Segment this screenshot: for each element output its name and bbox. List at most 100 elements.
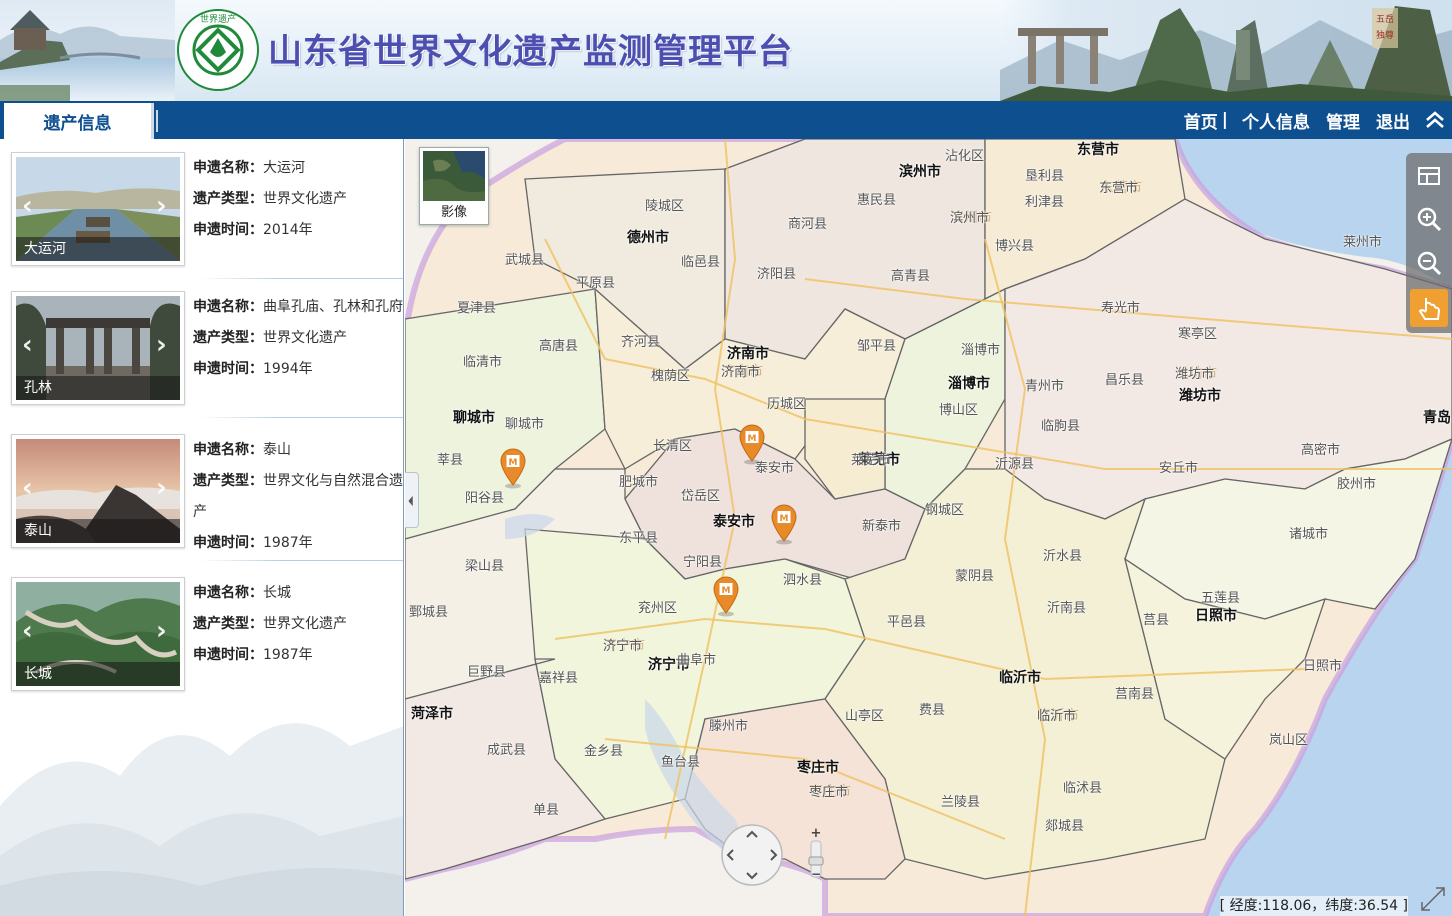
- prev-image-chevron-icon[interactable]: ‹: [22, 332, 40, 358]
- county-label: 淄博市: [961, 343, 1001, 358]
- heritage-item[interactable]: ‹ › 孔林 申遗名称：曲阜孔庙、孔林和孔府 遗产类型：世界文化遗产 申遗时间：…: [0, 278, 403, 418]
- city-label: 济南市: [727, 346, 769, 362]
- zoom-plus[interactable]: +: [811, 826, 822, 841]
- county-label: 单县: [533, 803, 560, 818]
- name-key: 申遗名称：: [193, 299, 263, 315]
- county-label: 肥城市: [619, 475, 659, 490]
- county-label: 安丘市: [1159, 461, 1199, 476]
- city-label: 东营市: [1077, 142, 1119, 158]
- nav-profile-link[interactable]: 个人信息: [1242, 108, 1310, 133]
- heritage-thumbnail[interactable]: ‹ › 长城: [11, 577, 185, 691]
- heritage-marker-icon[interactable]: M: [498, 447, 528, 489]
- prev-image-chevron-icon[interactable]: ‹: [22, 618, 40, 644]
- map-view[interactable]: 滨州市 东营市 潍坊市 济南市 济宁市 临沂市 枣庄市 东营市 滨州市 德州市 …: [405, 139, 1452, 916]
- nav-home-link[interactable]: 首页: [1184, 108, 1218, 133]
- zoom-out-icon[interactable]: [1410, 245, 1448, 283]
- heritage-thumbnail[interactable]: ‹ › 大运河: [11, 152, 185, 266]
- header-scenery-left: [0, 0, 175, 101]
- county-label: 寿光市: [1101, 301, 1141, 316]
- heritage-marker-icon[interactable]: M: [769, 503, 799, 545]
- county-label: 兰陵县: [941, 795, 981, 810]
- county-label: 滕州市: [709, 719, 749, 734]
- heritage-thumbnail[interactable]: ‹ › 孔林: [11, 291, 185, 405]
- city-label: 枣庄市: [797, 760, 839, 776]
- county-label: 曲阜市: [677, 653, 717, 668]
- map-toolbar: [1406, 153, 1452, 333]
- coordinate-readout: [ 经度:118.06，纬度:36.54 ]: [1219, 896, 1408, 916]
- prev-image-chevron-icon[interactable]: ‹: [22, 193, 40, 219]
- layers-icon[interactable]: [1410, 157, 1448, 195]
- county-label: 岱岳区: [681, 489, 721, 504]
- city-label: 菏泽市: [411, 706, 453, 722]
- prev-image-chevron-icon[interactable]: ‹: [22, 475, 40, 501]
- county-label: 莒县: [1143, 613, 1170, 628]
- county-label: 日照市: [1303, 659, 1343, 674]
- county-label: 岚山区: [1269, 733, 1309, 748]
- world-heritage-logo: 世界遗产: [177, 9, 259, 91]
- tab-divider: [156, 110, 158, 132]
- county-label: 利津县: [1025, 195, 1065, 210]
- heritage-item[interactable]: ‹ › 大运河 申遗名称：大运河 遗产类型：世界文化遗产 申遗时间：2014年: [0, 139, 403, 279]
- next-image-chevron-icon[interactable]: ›: [156, 332, 174, 358]
- heritage-year: 1987年: [263, 647, 313, 663]
- nav-manage-link[interactable]: 管理: [1326, 108, 1360, 133]
- next-image-chevron-icon[interactable]: ›: [156, 618, 174, 644]
- county-label: 武城县: [505, 253, 545, 268]
- tab-heritage-info[interactable]: 遗产信息: [4, 103, 154, 139]
- county-label: 沂南县: [1047, 601, 1087, 616]
- header-scenery-right: 五岳 独尊: [1000, 0, 1452, 101]
- year-key: 申遗时间：: [193, 361, 263, 377]
- county-label: 莒南县: [1115, 687, 1155, 702]
- type-key: 遗产类型：: [193, 473, 263, 489]
- city-label: 日照市: [1195, 608, 1237, 624]
- zoom-slider-graphic: + −: [808, 826, 824, 881]
- county-label: 商河县: [788, 217, 828, 232]
- county-label: 成武县: [487, 743, 527, 758]
- collapse-panel-tab[interactable]: [405, 472, 419, 528]
- county-label: 沂水县: [1043, 549, 1083, 564]
- heritage-type: 世界文化遗产: [263, 616, 347, 632]
- heritage-thumbnail[interactable]: ‹ › 泰山: [11, 434, 185, 548]
- county-label: 临朐县: [1041, 419, 1081, 434]
- heritage-item[interactable]: ‹ › 泰山 申遗名称：泰山 遗产类型：世界文化与自然混合遗产 申遗时间：198…: [0, 421, 403, 561]
- county-label: 济阳县: [757, 267, 797, 282]
- county-label: 惠民县: [857, 193, 897, 208]
- county-label: 莱芜市: [851, 453, 891, 468]
- county-label: 诸城市: [1289, 527, 1329, 542]
- heritage-type: 世界文化遗产: [263, 330, 347, 346]
- pan-control[interactable]: [719, 823, 785, 887]
- thumbnail-caption: 孔林: [16, 376, 180, 400]
- county-label: 平邑县: [887, 615, 927, 630]
- zoom-minus[interactable]: −: [811, 867, 821, 881]
- heritage-marker-icon[interactable]: M: [737, 423, 767, 465]
- county-label: 新泰市: [862, 519, 902, 534]
- zoom-in-icon[interactable]: [1410, 201, 1448, 239]
- next-image-chevron-icon[interactable]: ›: [156, 475, 174, 501]
- basemap-switch-button[interactable]: 影像: [419, 147, 489, 225]
- name-key: 申遗名称：: [193, 442, 263, 458]
- county-label: 博兴县: [995, 239, 1035, 254]
- fullscreen-icon[interactable]: [1418, 884, 1448, 914]
- type-key: 遗产类型：: [193, 191, 263, 207]
- city-label: 泰安市: [713, 514, 755, 530]
- county-label: 山亭区: [845, 709, 885, 724]
- heritage-info: 申遗名称：泰山 遗产类型：世界文化与自然混合遗产 申遗时间：1987年: [193, 435, 403, 559]
- city-label: 淄博市: [948, 376, 990, 392]
- heritage-marker-icon[interactable]: M: [711, 575, 741, 617]
- county-label: 济宁市: [603, 639, 643, 654]
- site-title: 山东省世界文化遗产监测管理平台: [268, 32, 793, 72]
- heritage-item[interactable]: ‹ › 长城 申遗名称：长城 遗产类型：世界文化遗产 申遗时间：1987年: [0, 564, 403, 704]
- next-image-chevron-icon[interactable]: ›: [156, 193, 174, 219]
- heritage-info: 申遗名称：大运河 遗产类型：世界文化遗产 申遗时间：2014年: [193, 153, 403, 246]
- county-label: 钢城区: [925, 503, 965, 518]
- county-label: 平原县: [576, 276, 616, 291]
- zoom-slider[interactable]: + −: [805, 826, 827, 881]
- nav-logout-link[interactable]: 退出: [1376, 108, 1410, 133]
- satellite-thumbnail: [423, 151, 485, 201]
- double-chevron-up-icon[interactable]: [1424, 109, 1446, 131]
- county-label: 昌乐县: [1105, 373, 1145, 388]
- county-label: 临沂市: [1037, 709, 1077, 724]
- type-key: 遗产类型：: [193, 330, 263, 346]
- heritage-year: 1994年: [263, 361, 313, 377]
- hand-icon[interactable]: [1410, 289, 1448, 327]
